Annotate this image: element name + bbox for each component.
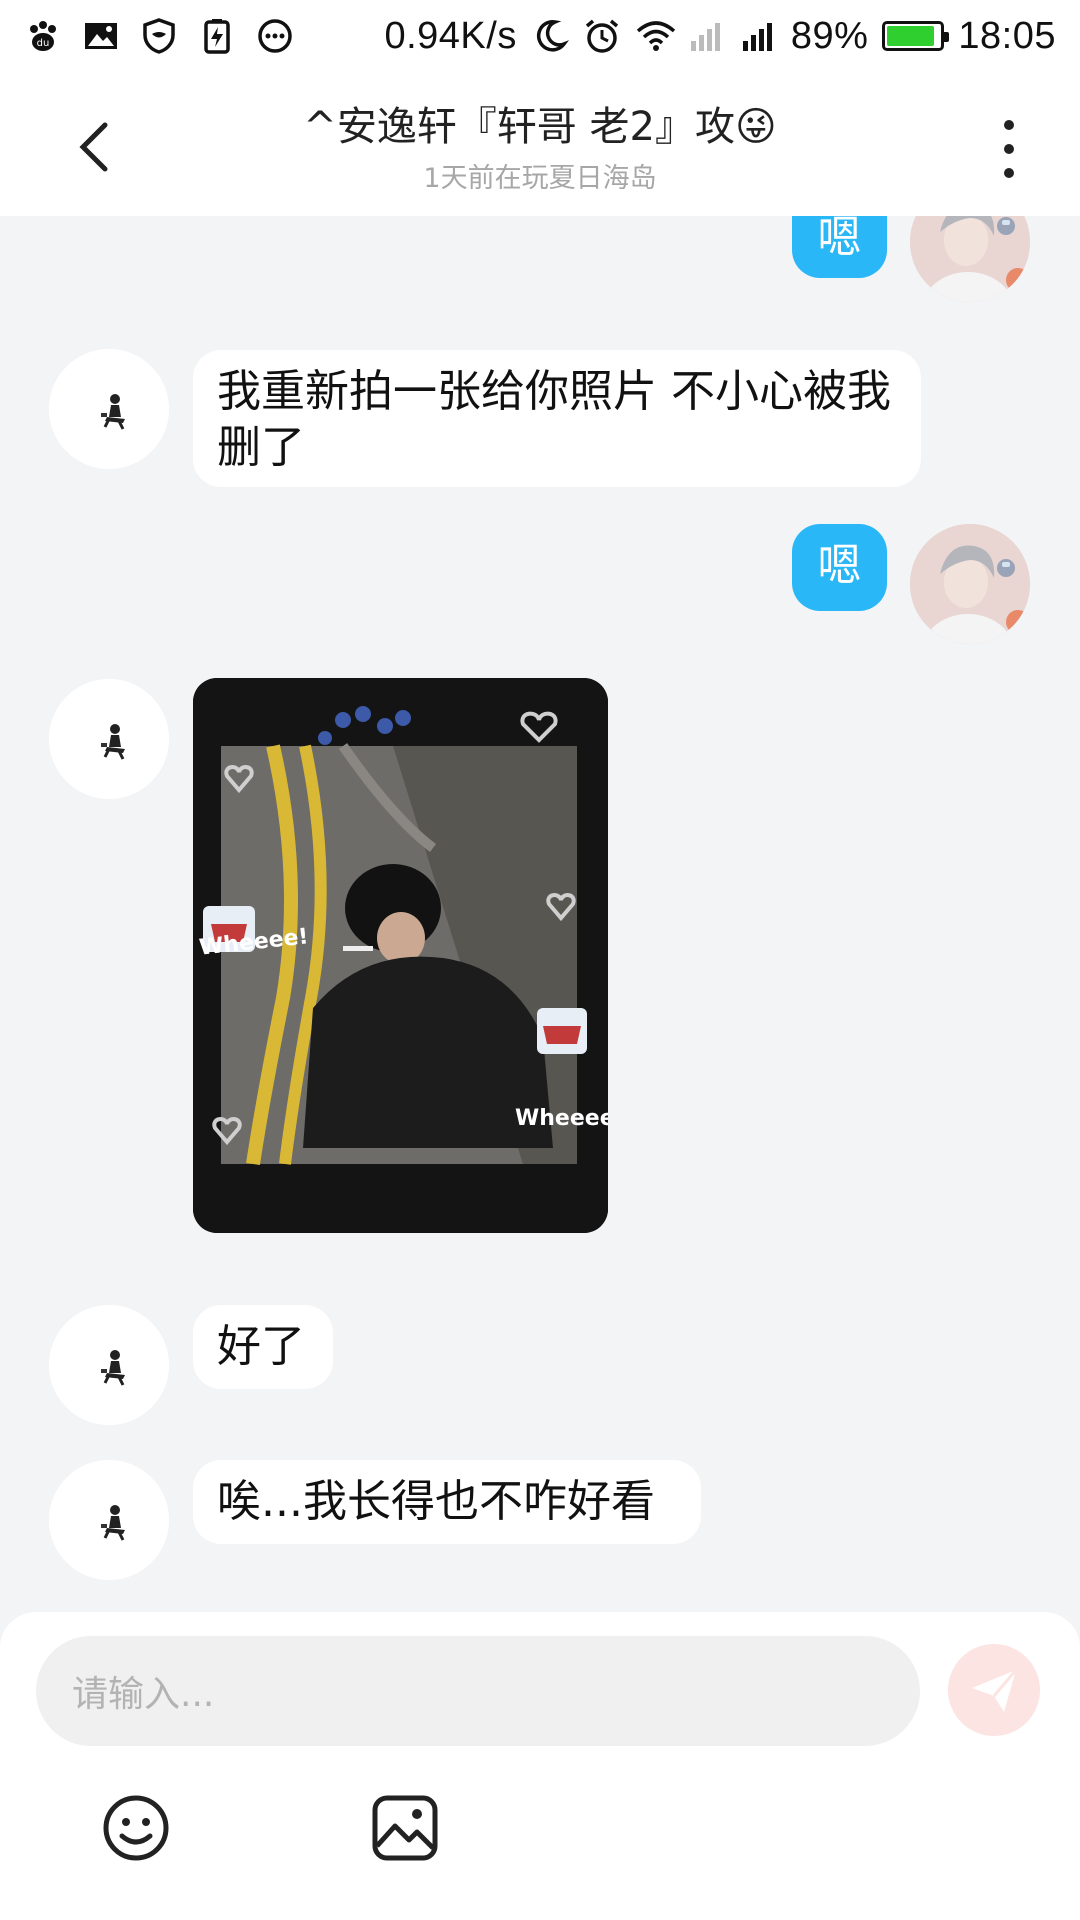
more-options-button[interactable] xyxy=(984,114,1034,184)
message-text: 好了 xyxy=(217,1321,305,1372)
contact-name[interactable]: ^安逸轩『轩哥 老2』攻😜 xyxy=(160,94,920,152)
message-input[interactable]: 请输入... xyxy=(36,1636,920,1746)
svg-text:du: du xyxy=(37,38,50,49)
signal-icon xyxy=(739,17,777,55)
image-icon xyxy=(372,1795,438,1861)
shield-icon xyxy=(140,17,178,55)
message-list[interactable]: 嗯 我重新拍一张给你照片 不小心被我删了 嗯 Wheeee! Wheeee 好了… xyxy=(0,216,1080,1612)
my-avatar[interactable] xyxy=(910,524,1030,644)
send-button[interactable] xyxy=(948,1644,1040,1736)
battery-icon xyxy=(882,21,950,51)
emoji-button[interactable] xyxy=(98,1790,174,1866)
chat-header: ^安逸轩『轩哥 老2』攻😜 1天前在玩夏日海岛 xyxy=(0,72,1080,216)
status-left: du xyxy=(24,17,294,55)
sticker-text: Wheeee! xyxy=(515,1106,608,1131)
message-bubble-received[interactable]: 我重新拍一张给你照片 不小心被我删了 xyxy=(193,350,921,487)
message-bubble-sent[interactable]: 嗯 xyxy=(792,216,887,278)
paw-icon: du xyxy=(24,17,62,55)
status-right: 0.94K/s 89% 18:05 xyxy=(384,15,1056,58)
contact-avatar[interactable] xyxy=(49,1460,169,1580)
contact-name-text: ^安逸轩『轩哥 老2』攻 xyxy=(303,104,735,150)
more-dot-icon xyxy=(1004,144,1014,154)
back-button[interactable] xyxy=(60,112,130,182)
message-text: 嗯 xyxy=(817,540,862,591)
network-speed: 0.94K/s xyxy=(384,14,517,57)
message-text: 唉...我长得也不咋好看 xyxy=(217,1476,655,1527)
moon-icon xyxy=(531,17,569,55)
signal-weak-icon xyxy=(687,17,725,55)
message-bubble-sent[interactable]: 嗯 xyxy=(792,524,887,611)
chat-dots-icon xyxy=(256,17,294,55)
chat-screen: du 0.94K/s 89% 18:05 ^安逸轩『轩哥 老2』攻😜 1天前在玩… xyxy=(0,0,1080,1920)
smiley-icon xyxy=(103,1795,169,1861)
image-picker-button[interactable] xyxy=(367,1790,443,1866)
message-text: 我重新拍一张给你照片 不小心被我删了 xyxy=(217,366,891,473)
battery-percent: 89% xyxy=(790,14,869,57)
battery-fill xyxy=(887,26,934,46)
contact-avatar[interactable] xyxy=(49,349,169,469)
photo-image xyxy=(193,678,608,1233)
contact-avatar[interactable] xyxy=(49,1305,169,1425)
clock: 18:05 xyxy=(958,14,1056,57)
contact-avatar[interactable] xyxy=(49,679,169,799)
alarm-icon xyxy=(583,17,621,55)
message-bubble-received[interactable]: 唉...我长得也不咋好看 xyxy=(193,1460,701,1544)
battery-saver-icon xyxy=(198,17,236,55)
paper-plane-icon xyxy=(972,1669,1018,1712)
message-bubble-received[interactable]: 好了 xyxy=(193,1305,333,1389)
chevron-left-icon xyxy=(79,122,108,172)
more-dot-icon xyxy=(1004,168,1014,178)
my-avatar[interactable] xyxy=(910,216,1030,302)
input-placeholder: 请输入... xyxy=(72,1674,215,1715)
image-message[interactable]: Wheeee! Wheeee! xyxy=(193,678,608,1233)
status-bar: du 0.94K/s 89% 18:05 xyxy=(0,0,1080,72)
contact-activity: 1天前在玩夏日海岛 xyxy=(423,163,657,194)
composer: 请输入... xyxy=(0,1612,1080,1920)
wink-tongue-emoji: 😜 xyxy=(734,104,777,150)
message-text: 嗯 xyxy=(817,216,862,263)
image-icon xyxy=(82,17,120,55)
wifi-icon xyxy=(635,17,676,55)
more-dot-icon xyxy=(1004,120,1014,130)
